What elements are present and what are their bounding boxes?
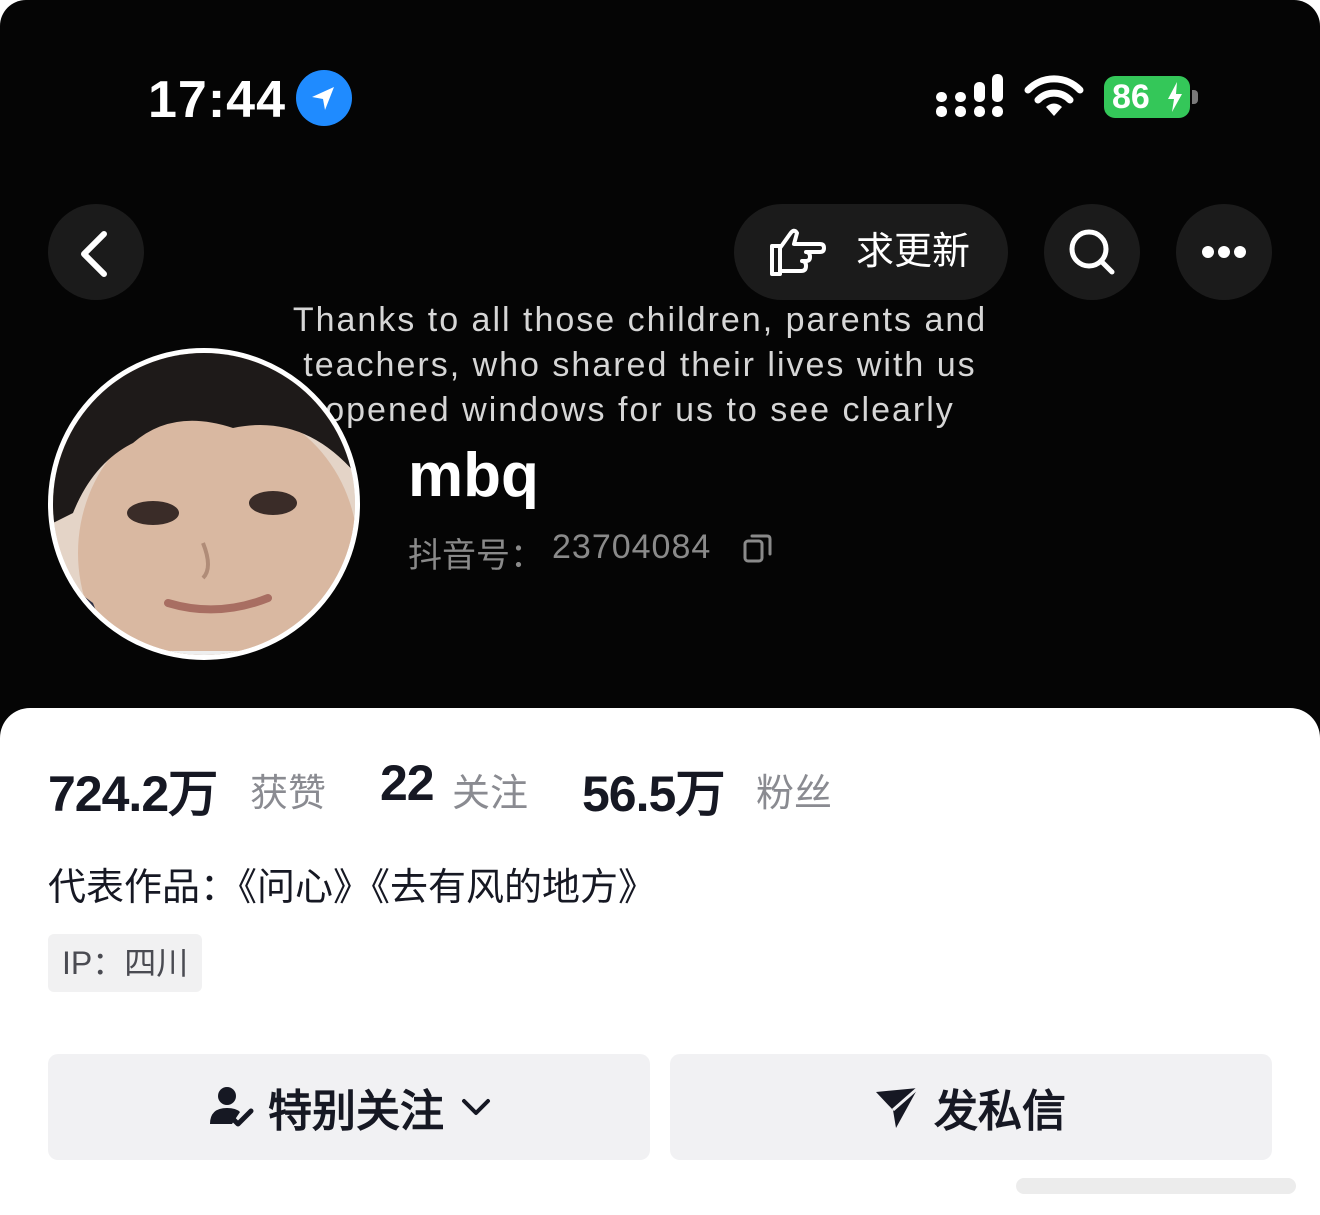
search-button[interactable]	[1044, 204, 1140, 300]
special-follow-button[interactable]: 特别关注	[48, 1054, 650, 1160]
user-follow-icon	[210, 1087, 254, 1127]
battery-indicator: 86	[1104, 76, 1190, 118]
following-label[interactable]: 关注	[452, 762, 528, 817]
home-indicator	[1016, 1178, 1296, 1194]
following-count[interactable]: 22	[380, 754, 435, 812]
likes-label: 获赞	[250, 773, 327, 815]
cellular-signal-icon	[936, 74, 1003, 117]
ip-location-tag: IP：四川	[48, 934, 203, 992]
account-id-value: 23704084	[552, 528, 712, 566]
request-update-label: 求更新	[856, 231, 971, 273]
followers-count[interactable]: 56.5万	[582, 754, 725, 826]
pointing-hand-icon	[770, 228, 826, 276]
special-follow-label: 特别关注	[268, 1087, 444, 1136]
battery-nub	[1192, 90, 1198, 104]
wifi-icon	[1024, 75, 1084, 116]
bio-text: 代表作品：《问心》《去有风的地方》	[48, 867, 657, 909]
likes-count: 724.2万	[48, 766, 218, 822]
banner-caption: Thanks to all those children, parents an…	[292, 301, 988, 429]
followers-label[interactable]: 粉丝	[756, 762, 832, 817]
chevron-down-icon	[462, 1099, 490, 1115]
copy-icon[interactable]	[742, 532, 774, 564]
avatar[interactable]	[48, 348, 360, 660]
search-icon	[1069, 229, 1115, 275]
username: mbq	[408, 441, 539, 510]
send-message-button[interactable]: 发私信	[670, 1054, 1272, 1160]
profile-info-card: 724.2万 获赞 22 关注 56.5万 粉丝 代表作品：《问心》《去有风的地…	[0, 708, 1320, 1215]
charging-bolt-icon	[1168, 82, 1182, 112]
send-paper-plane-icon	[876, 1086, 919, 1128]
avatar-photo	[53, 353, 355, 655]
more-button[interactable]	[1176, 204, 1272, 300]
location-arrow-icon	[296, 70, 352, 126]
chevron-left-icon	[81, 231, 107, 277]
account-id-label: 抖音号：	[408, 537, 544, 575]
battery-level: 86	[1112, 78, 1150, 116]
back-button[interactable]	[48, 204, 144, 300]
request-update-button[interactable]: 求更新	[734, 204, 1008, 300]
send-message-label: 发私信	[934, 1087, 1066, 1136]
profile-header: 17:44 86 求更新 Thanks to all those childre…	[0, 0, 1320, 740]
more-dots-icon	[1202, 246, 1246, 258]
status-time: 17:44	[148, 71, 286, 129]
